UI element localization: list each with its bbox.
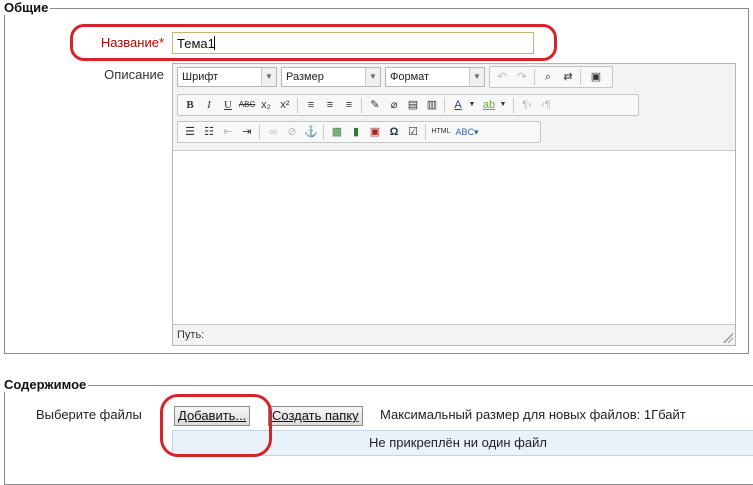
- highlight-color-icon[interactable]: ab: [480, 96, 498, 114]
- unlink-icon[interactable]: ⊘: [283, 123, 301, 141]
- bullet-list-icon[interactable]: ☰: [181, 123, 199, 141]
- description-label: Описание: [104, 67, 164, 82]
- choose-file-label: Выберите файлы: [36, 407, 142, 422]
- align-right-icon[interactable]: ≡: [340, 96, 358, 114]
- paste-text-icon[interactable]: ▤: [404, 96, 422, 114]
- fullscreen-icon[interactable]: ▣: [587, 68, 605, 86]
- name-label-text: Название: [100, 35, 159, 50]
- text-color-icon[interactable]: A: [449, 96, 467, 114]
- max-size-text: Максимальный размер для новых файлов: 1Г…: [380, 407, 686, 422]
- align-left-icon[interactable]: ≡: [302, 96, 320, 114]
- chevron-down-icon: ▼: [469, 68, 484, 86]
- file-list: Не прикреплён ни один файл: [172, 430, 753, 456]
- name-label: Название*: [60, 35, 164, 50]
- align-center-icon[interactable]: ≡: [321, 96, 339, 114]
- link-icon[interactable]: ∞: [264, 123, 282, 141]
- bold-icon[interactable]: B: [181, 96, 199, 114]
- omega-icon[interactable]: Ω: [385, 123, 403, 141]
- indent-icon[interactable]: ⇥: [238, 123, 256, 141]
- anchor-icon[interactable]: ⚓: [302, 123, 320, 141]
- toolbar-group-format: B I U ABC x₂ x² ≡ ≡ ≡ ✎ ⌀ ▤ ▥ A ▼ ab ▼ ¶…: [177, 94, 639, 116]
- description-editor: Шрифт ▼ Размер ▼ Формат ▼ ↶ ↷ ⌕ ⇄ ▣ B I …: [172, 63, 736, 346]
- subscript-icon[interactable]: x₂: [257, 96, 275, 114]
- font-select-value: Шрифт: [182, 71, 219, 83]
- path-label: Путь:: [177, 329, 205, 341]
- spellcheck-dropdown-icon[interactable]: ABC▾: [454, 123, 480, 141]
- media-icon[interactable]: ▮: [347, 123, 365, 141]
- toolbar-separator: [425, 124, 426, 140]
- undo-icon[interactable]: ↶: [493, 68, 511, 86]
- redo-icon[interactable]: ↷: [513, 68, 531, 86]
- add-file-button[interactable]: Добавить...: [174, 406, 251, 426]
- outdent-icon[interactable]: ⇤: [219, 123, 237, 141]
- editor-status-bar: Путь:: [173, 324, 735, 345]
- ltr-icon[interactable]: ¶›: [518, 96, 536, 114]
- required-mark: *: [158, 35, 164, 50]
- underline-icon[interactable]: U: [219, 96, 237, 114]
- chevron-down-icon: ▼: [365, 68, 380, 86]
- edit-html-icon[interactable]: ☑: [404, 123, 422, 141]
- toolbar-separator: [323, 124, 324, 140]
- toolbar-separator: [361, 97, 362, 113]
- general-legend: Общие: [2, 0, 51, 15]
- chevron-down-icon[interactable]: ▼: [467, 96, 477, 114]
- size-select[interactable]: Размер ▼: [281, 67, 381, 87]
- clean-icon[interactable]: ✎: [366, 96, 384, 114]
- rtl-icon[interactable]: ‹¶: [537, 96, 555, 114]
- text-caret: [214, 36, 215, 50]
- no-files-text: Не прикреплён ни один файл: [369, 435, 547, 450]
- superscript-icon[interactable]: x²: [276, 96, 294, 114]
- editor-toolbar: Шрифт ▼ Размер ▼ Формат ▼ ↶ ↷ ⌕ ⇄ ▣ B I …: [173, 64, 735, 151]
- resize-grip-icon[interactable]: [723, 333, 733, 343]
- spellcheck-icon[interactable]: ⌀: [385, 96, 403, 114]
- toolbar-separator: [259, 124, 260, 140]
- toolbar-separator: [580, 69, 581, 85]
- toolbar-separator: [297, 97, 298, 113]
- size-select-value: Размер: [286, 71, 324, 83]
- find-icon[interactable]: ⌕: [539, 68, 557, 86]
- toolbar-separator: [444, 97, 445, 113]
- toolbar-group-history: ↶ ↷ ⌕ ⇄ ▣: [489, 66, 613, 88]
- font-select[interactable]: Шрифт ▼: [177, 67, 277, 87]
- numbered-list-icon[interactable]: ☷: [200, 123, 218, 141]
- format-select[interactable]: Формат ▼: [385, 67, 485, 87]
- html-icon[interactable]: HTML: [430, 123, 452, 141]
- chevron-down-icon: ▼: [261, 68, 276, 86]
- content-legend: Содержимое: [2, 377, 89, 392]
- chevron-down-icon[interactable]: ▼: [498, 96, 508, 114]
- toolbar-separator: [534, 69, 535, 85]
- special-char-icon[interactable]: ▣: [366, 123, 384, 141]
- image-icon[interactable]: ▩: [328, 123, 346, 141]
- paste-word-icon[interactable]: ▥: [423, 96, 441, 114]
- toolbar-separator: [513, 97, 514, 113]
- strikethrough-icon[interactable]: ABC: [238, 96, 256, 114]
- name-input[interactable]: [172, 32, 534, 54]
- create-folder-button[interactable]: Создать папку: [268, 406, 363, 426]
- toolbar-group-insert: ☰ ☷ ⇤ ⇥ ∞ ⊘ ⚓ ▩ ▮ ▣ Ω ☑ HTML ABC▾: [177, 121, 541, 143]
- editor-content-area[interactable]: [173, 151, 735, 325]
- replace-icon[interactable]: ⇄: [559, 68, 577, 86]
- italic-icon[interactable]: I: [200, 96, 218, 114]
- format-select-value: Формат: [390, 71, 430, 83]
